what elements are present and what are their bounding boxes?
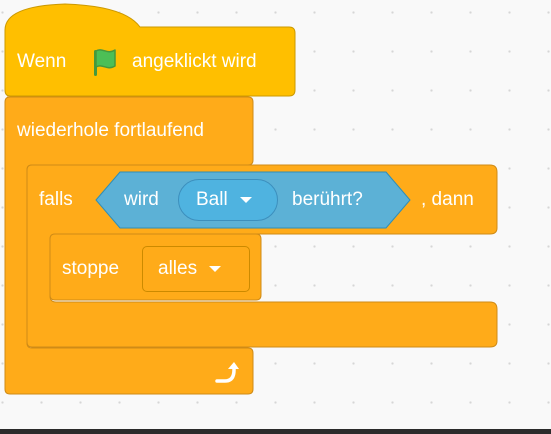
stop-option-value: alles <box>158 258 198 279</box>
touching-label-suffix: berührt? <box>292 189 363 210</box>
stop-block-label: stoppe <box>62 258 120 279</box>
forever-block-label: wiederhole fortlaufend <box>17 120 204 141</box>
chevron-down-icon <box>209 266 222 272</box>
green-flag-icon <box>88 46 120 83</box>
if-block-prefix: falls <box>39 189 73 210</box>
stop-option-dropdown[interactable]: alles <box>142 246 250 292</box>
chevron-down-icon <box>239 197 252 203</box>
touching-object-value: Ball <box>196 189 228 210</box>
when-flag-clicked-block[interactable] <box>4 3 296 97</box>
script-stack[interactable] <box>0 0 551 434</box>
touching-label-prefix: wird <box>124 189 159 210</box>
touching-object-dropdown[interactable]: Ball <box>178 179 278 221</box>
hat-block-prefix: Wenn <box>17 51 67 72</box>
if-block-suffix: , dann <box>421 189 474 210</box>
hat-block-suffix: angeklickt wird <box>132 51 257 72</box>
loop-arrow-icon <box>212 359 240 392</box>
